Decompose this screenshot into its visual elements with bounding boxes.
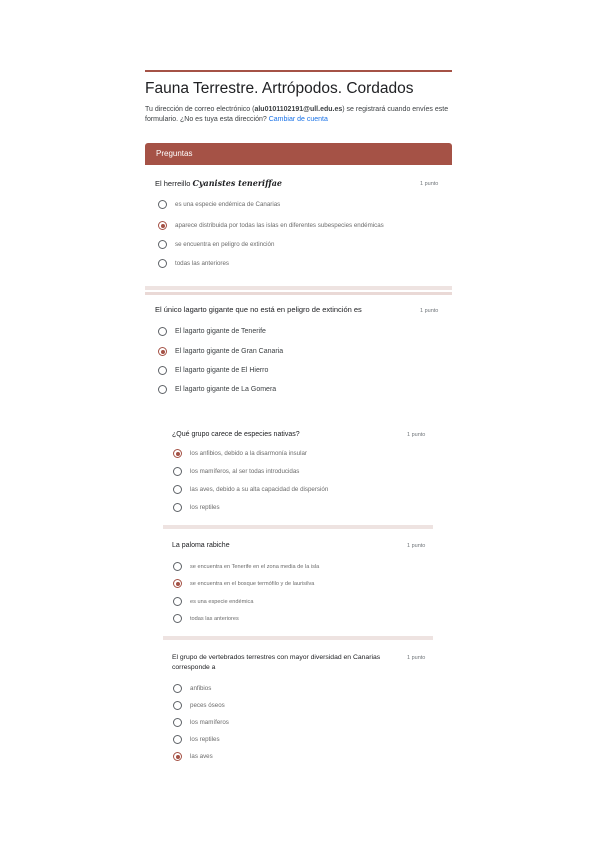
card-separator	[163, 525, 433, 529]
option-label: es una especie endémica de Canarias	[175, 201, 281, 208]
switch-account-link[interactable]: Cambiar de cuenta	[269, 116, 328, 123]
option[interactable]: es una especie endémica de Canarias	[158, 200, 280, 209]
card-separator	[145, 286, 452, 290]
form-title: Fauna Terrestre. Artrópodos. Cordados	[145, 80, 414, 97]
radio-button[interactable]	[158, 327, 167, 336]
option[interactable]: se encuentra en peligro de extinción	[158, 240, 274, 249]
option-label: los anfibios, debido a la disarmonía ins…	[190, 450, 307, 457]
option-label: se encuentra en el bosque termófilo y de…	[190, 580, 315, 587]
option-label: es una especie endémica	[190, 598, 254, 605]
question-points: 1 punto	[407, 655, 426, 661]
radio-button-selected[interactable]	[173, 579, 182, 588]
question-title: El herreillo Cyanistes teneriffae	[155, 178, 282, 189]
option[interactable]: los mamíferos, al ser todas introducidas	[173, 467, 299, 476]
option[interactable]: aparece distribuida por todas las islas …	[158, 221, 384, 230]
option[interactable]: los reptiles	[173, 735, 220, 744]
option[interactable]: los anfibios, debido a la disarmonía ins…	[173, 449, 307, 458]
option[interactable]: El lagarto gigante de Gran Canaria	[158, 347, 283, 356]
question-points: 1 punto	[420, 181, 439, 187]
option[interactable]: todas las anteriores	[158, 259, 229, 268]
email-notice-prefix: Tu dirección de correo electrónico (	[145, 106, 255, 113]
radio-button[interactable]	[158, 259, 167, 268]
radio-button[interactable]	[173, 684, 182, 693]
email-notice: Tu dirección de correo electrónico (alu0…	[145, 105, 455, 125]
option[interactable]: El lagarto gigante de La Gomera	[158, 385, 276, 394]
option[interactable]: las aves	[173, 752, 213, 761]
option[interactable]: anfibios	[173, 684, 211, 693]
option-label: El lagarto gigante de Gran Canaria	[175, 348, 284, 355]
radio-button[interactable]	[158, 200, 167, 209]
option[interactable]: los reptiles	[173, 503, 220, 512]
option[interactable]: es una especie endémica	[173, 597, 253, 606]
radio-button[interactable]	[158, 385, 167, 394]
option-label: se encuentra en peligro de extinción	[175, 241, 275, 248]
option-label: todas las anteriores	[175, 260, 229, 267]
section-header: Preguntas	[145, 143, 452, 165]
radio-button-selected[interactable]	[173, 449, 182, 458]
option[interactable]: El lagarto gigante de El Hierro	[158, 366, 268, 375]
option-label: El lagarto gigante de La Gomera	[175, 386, 277, 393]
option-label: se encuentra en Tenerife en el zona medi…	[190, 563, 320, 570]
option-label: El lagarto gigante de El Hierro	[175, 367, 269, 374]
option[interactable]: se encuentra en el bosque termófilo y de…	[173, 579, 314, 588]
question-points: 1 punto	[407, 432, 426, 438]
radio-button[interactable]	[173, 701, 182, 710]
radio-button[interactable]	[173, 503, 182, 512]
radio-button-selected[interactable]	[158, 221, 167, 230]
option-label: anfibios	[190, 685, 212, 692]
option-label: los mamíferos, al ser todas introducidas	[190, 468, 300, 475]
question-title: La paloma rabiche	[172, 542, 230, 549]
radio-button-selected[interactable]	[158, 347, 167, 356]
radio-button[interactable]	[173, 735, 182, 744]
form-accent-bar	[145, 70, 452, 72]
radio-button[interactable]	[173, 485, 182, 494]
user-email: alu0101102191@ull.edu.es	[254, 106, 343, 113]
question-title: ¿Qué grupo carece de especies nativas?	[172, 431, 300, 438]
radio-button[interactable]	[158, 366, 167, 375]
question-points: 1 punto	[420, 308, 439, 314]
option-label: El lagarto gigante de Tenerife	[175, 328, 266, 335]
card-separator	[163, 636, 433, 640]
option[interactable]: El lagarto gigante de Tenerife	[158, 327, 266, 336]
option[interactable]: las aves, debido a su alta capacidad de …	[173, 485, 328, 494]
question-title: El grupo de vertebrados terrestres con m…	[172, 654, 381, 671]
option-label: las aves	[190, 753, 213, 760]
option-label: los mamíferos	[190, 719, 229, 726]
question-points: 1 punto	[407, 543, 426, 549]
option-label: todas las anteriores	[190, 615, 239, 622]
radio-button[interactable]	[173, 614, 182, 623]
option[interactable]: se encuentra en Tenerife en el zona medi…	[173, 562, 319, 571]
question-title: El único lagarto gigante que no está en …	[155, 305, 362, 314]
radio-button[interactable]	[173, 597, 182, 606]
radio-button[interactable]	[158, 240, 167, 249]
radio-button[interactable]	[173, 562, 182, 571]
option-label: aparece distribuida por todas las islas …	[175, 222, 384, 229]
species-name: Cyanistes teneriffae	[192, 178, 282, 188]
option-label: los reptiles	[190, 736, 220, 743]
option-label: peces óseos	[190, 702, 225, 709]
question-text: El herreillo	[155, 179, 193, 188]
option[interactable]: peces óseos	[173, 701, 225, 710]
option-label: los reptiles	[190, 504, 220, 511]
radio-button[interactable]	[173, 718, 182, 727]
radio-button-selected[interactable]	[173, 752, 182, 761]
option[interactable]: todas las anteriores	[173, 614, 239, 623]
option-label: las aves, debido a su alta capacidad de …	[190, 486, 329, 493]
option[interactable]: los mamíferos	[173, 718, 229, 727]
radio-button[interactable]	[173, 467, 182, 476]
